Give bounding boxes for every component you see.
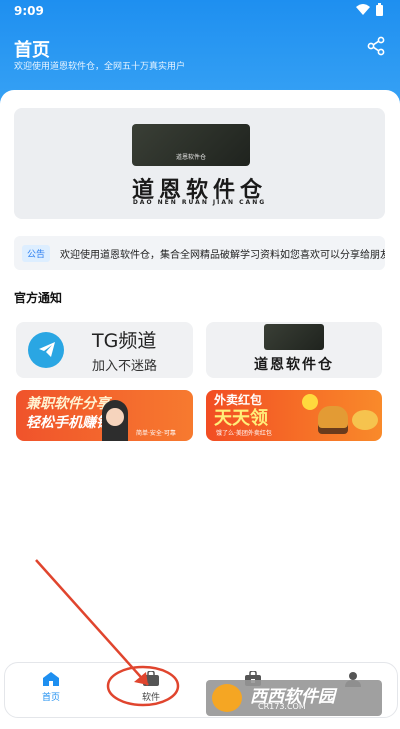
tab-software-label: 软件	[141, 693, 160, 703]
watermark: 西西软件园 CR173.COM	[206, 680, 382, 716]
notice-badge: 公告	[22, 245, 51, 262]
banner-photo: 道恩软件仓	[132, 124, 250, 166]
banner-photo-mark: 道恩软件仓	[175, 154, 206, 161]
job-person-face	[106, 408, 124, 426]
home-banner[interactable]: 道恩软件仓 道恩软件仓 DAO NEN RUAN JIAN CANG	[14, 108, 385, 219]
duck-illustration	[302, 394, 318, 410]
section-title: 官方通知	[14, 291, 63, 305]
bag-icon	[143, 671, 159, 686]
notice-bar[interactable]: 公告 欢迎使用道恩软件仓，集合全网精品破解学习资料如您喜欢可以分享给朋友	[14, 236, 385, 270]
tab-software[interactable]: 软件	[121, 669, 181, 713]
job-tags: 简单·安全·可靠	[136, 430, 176, 437]
logo-photo	[264, 324, 324, 350]
job-line1: 兼职软件分享	[26, 396, 110, 412]
telegram-subtitle: 加入不迷路	[92, 359, 158, 374]
telegram-channel-tile[interactable]: TG频道 加入不迷路	[16, 322, 193, 378]
notice-text: 欢迎使用道恩软件仓，集合全网精品破解学习资料如您喜欢可以分享给朋友	[60, 250, 385, 261]
logo-title: 道恩软件仓	[254, 357, 334, 373]
status-bar: 9:09	[0, 0, 400, 22]
food-line2: 天天领	[214, 408, 268, 429]
job-line2: 轻松手机赚钱	[26, 415, 110, 431]
burger-illustration	[318, 406, 348, 428]
watermark-logo-icon	[212, 684, 242, 712]
job-share-tile[interactable]: 兼职软件分享 轻松手机赚钱 简单·安全·可靠	[16, 390, 193, 441]
battery-icon	[376, 5, 383, 16]
share-icon[interactable]	[366, 36, 386, 56]
status-time: 9:09	[14, 4, 44, 18]
page-subtitle: 欢迎使用道恩软件仓，全网五十万真实用户	[14, 62, 186, 72]
watermark-url: CR173.COM	[258, 702, 306, 711]
food-sub: 饿了么·美团外卖红包	[216, 430, 272, 437]
telegram-icon	[28, 332, 64, 368]
bowl-illustration	[352, 410, 378, 430]
status-icons	[354, 3, 388, 20]
telegram-title: TG频道	[92, 330, 157, 352]
home-icon	[43, 672, 59, 686]
banner-pinyin: DAO NEN RUAN JIAN CANG	[132, 199, 267, 206]
food-coupon-tile[interactable]: 外卖红包 天天领 饿了么·美团外卖红包	[206, 390, 382, 441]
tab-home-label: 首页	[41, 693, 60, 703]
wifi-icon	[356, 4, 370, 15]
logo-tile[interactable]: 道恩软件仓	[206, 322, 382, 378]
tab-home[interactable]: 首页	[21, 669, 81, 713]
